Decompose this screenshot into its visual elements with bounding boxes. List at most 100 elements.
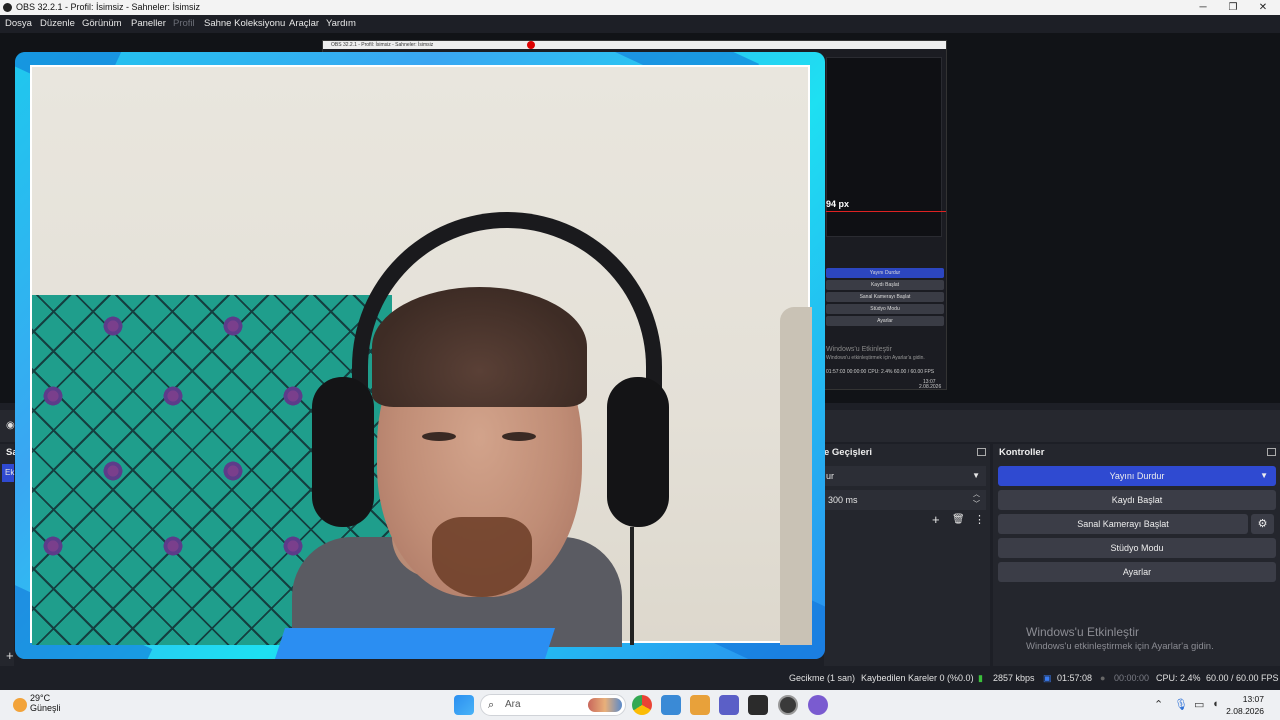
maximize-button[interactable]: ❐ <box>1218 0 1248 15</box>
obs-taskbar-icon[interactable] <box>778 695 798 715</box>
duration-value: 300 ms <box>828 495 858 505</box>
window-title: OBS 32.2.1 - Profil: İsimsiz - Sahneler:… <box>16 2 201 12</box>
title-bar: OBS 32.2.1 - Profil: İsimsiz - Sahneler:… <box>0 0 1280 15</box>
recording-dot-icon <box>527 41 535 49</box>
record-time: 00:00:00 <box>1114 673 1150 683</box>
remove-transition-button[interactable]: 🗑 <box>952 514 965 525</box>
headphones-cable <box>630 527 634 645</box>
transition-select[interactable]: ur ▼ <box>824 466 986 486</box>
menu-duzenle[interactable]: Düzenle <box>40 15 75 33</box>
add-transition-button[interactable]: + <box>932 512 940 527</box>
scenes-dock-title: Sa <box>6 447 18 458</box>
stream-options-chevron-icon[interactable]: ▼ <box>1260 466 1268 486</box>
menu-paneller[interactable]: Paneller <box>131 15 166 33</box>
microphone-icon[interactable]: 🎙 <box>1174 698 1188 711</box>
scenes-dock: Sa Ek + <box>0 444 18 666</box>
search-placeholder: Ara <box>505 699 521 710</box>
photos-app-icon[interactable] <box>661 695 681 715</box>
nested-settings: Ayarlar <box>826 316 944 326</box>
person-beard <box>432 517 532 597</box>
transitions-dock: e Geçişleri ur ▼ 300 ms ︿ ﹀ + 🗑 ⋮ <box>824 444 990 666</box>
spin-down-icon[interactable]: ﹀ <box>973 495 980 515</box>
transition-more-button[interactable]: ⋮ <box>974 513 985 526</box>
obs-app-icon <box>3 3 12 12</box>
network-icon[interactable]: ▭ <box>1194 698 1204 711</box>
chrome-icon[interactable] <box>632 695 652 715</box>
stop-stream-button[interactable]: Yayını Durdur ▼ <box>998 466 1276 486</box>
headphones-cup-left <box>312 377 374 527</box>
start-windows-icon[interactable] <box>454 695 474 715</box>
frame-lower-decoration <box>274 628 556 659</box>
taskbar: 29°C Güneşli ⌕ Ara ⌃ 🎙 ▭ ◖ 13:07 2.08.20… <box>0 690 1280 720</box>
watermark-line-2: Windows'u etkinleştirmek için Ayarlar'a … <box>1026 641 1214 652</box>
start-virtualcam-button[interactable]: Sanal Kamerayı Başlat <box>998 514 1248 534</box>
menu-araclar[interactable]: Araçlar <box>289 15 319 33</box>
nested-start-record: Kaydı Başlat <box>826 280 944 290</box>
duration-spinbox[interactable]: 300 ms ︿ ﹀ <box>824 490 986 510</box>
cpu-status: CPU: 2.4% <box>1156 673 1201 683</box>
messenger-icon[interactable] <box>808 695 828 715</box>
menu-profil[interactable]: Profil <box>173 15 195 33</box>
windows-activation-watermark: Windows'u Etkinleştir Windows'u etkinleş… <box>1026 625 1214 652</box>
controls-dock-title: Kontroller <box>999 447 1045 458</box>
volume-icon[interactable]: ◖ <box>1212 698 1219 710</box>
search-icon: ⌕ <box>488 699 495 711</box>
teams-icon[interactable] <box>719 695 739 715</box>
menu-gorunum[interactable]: Görünüm <box>82 15 122 33</box>
studio-mode-button[interactable]: Stüdyo Modu <box>998 538 1276 558</box>
flower-pattern <box>102 315 124 337</box>
taskbar-search[interactable]: ⌕ Ara <box>480 694 626 716</box>
person-eye-right <box>502 432 536 441</box>
media-app-icon[interactable] <box>690 695 710 715</box>
gear-icon[interactable]: ⚙ <box>1251 514 1274 534</box>
weather-widget[interactable]: 29°C Güneşli <box>30 693 61 713</box>
nested-clock-date: 2.08.2026 <box>919 384 942 390</box>
fps-status: 60.00 / 60.00 FPS <box>1206 673 1279 683</box>
flower-pattern <box>102 460 124 482</box>
clock-date: 2.08.2026 <box>1226 706 1264 716</box>
add-scene-button[interactable]: + <box>6 648 14 663</box>
scene-item[interactable]: Ek <box>2 464 14 482</box>
menu-bar: Dosya Düzenle Görünüm Paneller Profil Sa… <box>0 15 1280 33</box>
transitions-dock-title: e Geçişleri <box>824 447 873 458</box>
signal-bars-icon: ▮ <box>978 673 983 683</box>
menu-yardim[interactable]: Yardım <box>326 15 356 33</box>
flower-pattern <box>222 315 244 337</box>
headphones-cup-right <box>607 377 669 527</box>
chevron-up-icon[interactable]: ⌃ <box>1154 698 1163 711</box>
record-icon: ● <box>1100 673 1106 683</box>
minimize-button[interactable]: ─ <box>1188 0 1218 15</box>
nested-watermark-1: Windows'u Etkinleştir <box>826 346 892 353</box>
dropped-frames-status: Kaybedilen Kareler 0 (%0.0) <box>861 673 974 683</box>
menu-dosya[interactable]: Dosya <box>5 15 32 33</box>
epic-games-icon[interactable] <box>748 695 768 715</box>
flower-pattern <box>222 460 244 482</box>
system-clock[interactable]: 13:07 2.08.2026 <box>1226 693 1264 717</box>
menu-sahne-koleksiyonu[interactable]: Sahne Koleksiyonu <box>204 15 285 33</box>
flower-pattern <box>162 385 184 407</box>
close-button[interactable]: ✕ <box>1248 0 1278 15</box>
dock-float-icon[interactable] <box>977 448 986 456</box>
nested-title: OBS 32.2.1 - Profil: İsimsiz - Sahneler:… <box>331 42 434 48</box>
stop-stream-label: Yayını Durdur <box>1109 471 1165 481</box>
nested-title-bar: OBS 32.2.1 - Profil: İsimsiz - Sahneler:… <box>323 41 946 49</box>
weather-desc: Güneşli <box>30 703 61 713</box>
settings-button[interactable]: Ayarlar <box>998 562 1276 582</box>
clock-time: 13:07 <box>1242 694 1264 704</box>
flower-pattern <box>42 535 64 557</box>
weather-sun-icon[interactable] <box>13 698 27 712</box>
nested-status: 01:57:03 00:00:00 CPU: 2.4% 60.00 / 60.0… <box>826 369 935 375</box>
size-label: 94 px <box>826 199 850 209</box>
flower-pattern <box>162 535 184 557</box>
start-record-button[interactable]: Kaydı Başlat <box>998 490 1276 510</box>
flower-pattern <box>42 385 64 407</box>
weather-temp: 29°C <box>30 693 51 703</box>
bitrate-status: 2857 kbps <box>993 673 1035 683</box>
webcam-overlay-window[interactable] <box>15 52 825 659</box>
nested-preview-panel <box>826 57 942 237</box>
nested-watermark-2: Windows'u etkinleştirmek için Ayarlar'a … <box>826 355 925 361</box>
nested-guide-line <box>826 211 946 212</box>
dock-float-icon[interactable] <box>1267 448 1276 456</box>
stream-icon: ▣ <box>1043 673 1052 683</box>
status-bar: Gecikme (1 san) Kaybedilen Kareler 0 (%0… <box>0 668 1280 688</box>
